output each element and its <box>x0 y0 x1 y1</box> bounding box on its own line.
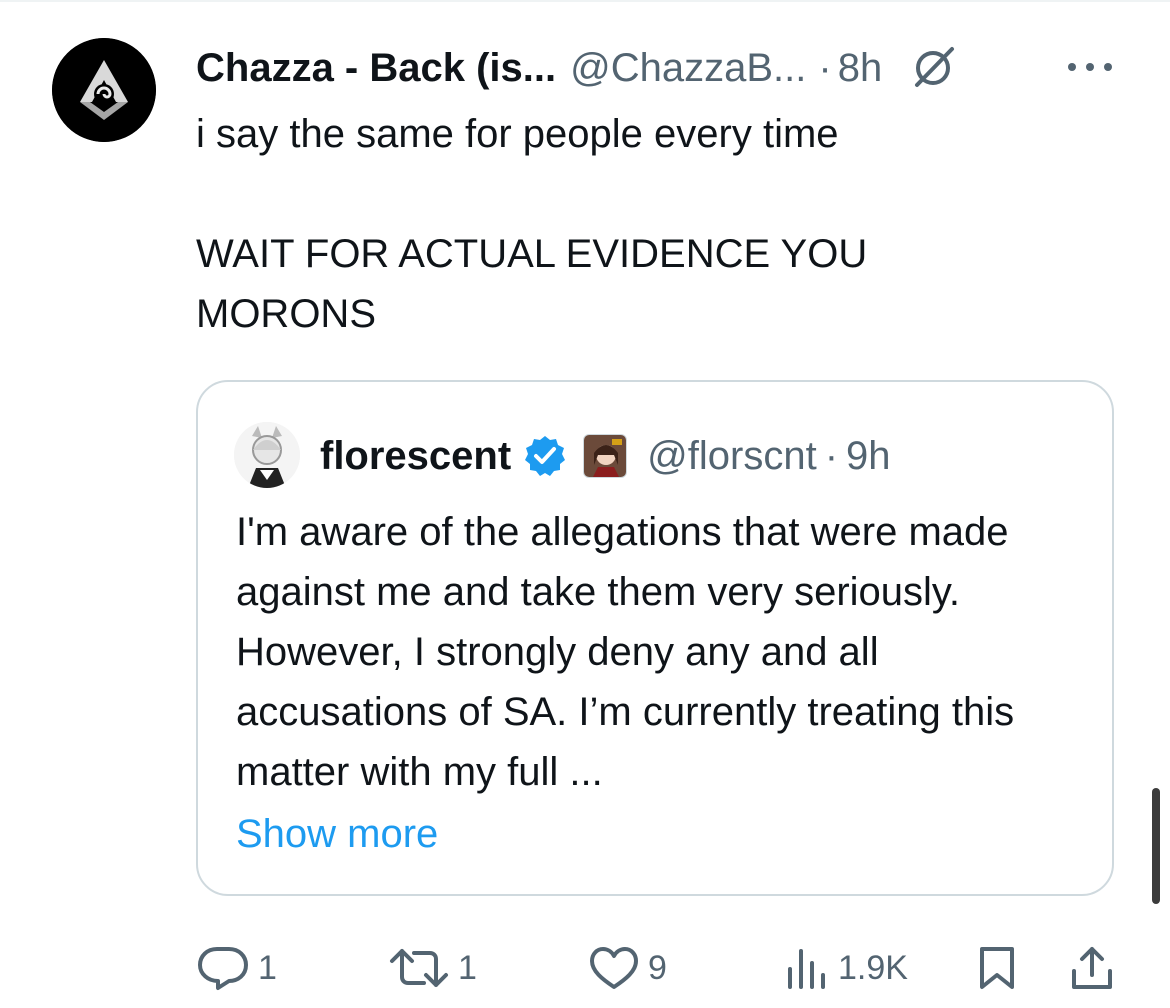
reply-button[interactable]: 1 <box>196 938 277 998</box>
tweet-text: i say the same for people every time WAI… <box>196 112 868 336</box>
top-divider <box>0 0 1170 2</box>
repost-button[interactable]: 1 <box>388 938 477 998</box>
verified-badge-icon[interactable] <box>523 434 567 478</box>
grok-icon[interactable] <box>908 43 958 93</box>
tweet-action-bar: 1 1 9 1.9K <box>196 938 1126 998</box>
quoted-author-display-name[interactable]: florescent <box>320 434 511 479</box>
author-handle[interactable]: @ChazzaB... <box>570 46 806 91</box>
heart-icon <box>590 947 638 989</box>
view-count: 1.9K <box>838 948 908 987</box>
quoted-author-avatar[interactable] <box>234 422 300 488</box>
reply-icon <box>198 947 248 990</box>
quoted-tweet-card[interactable]: florescent @florscnt · 9h I'm aware of t… <box>196 380 1114 896</box>
tri-swirl-logo-icon <box>52 38 156 142</box>
tweet-timestamp[interactable]: 8h <box>838 46 883 91</box>
like-button[interactable]: 9 <box>588 938 667 998</box>
affiliate-badge-icon[interactable] <box>583 434 628 478</box>
quoted-header-separator: · <box>824 433 839 478</box>
reply-count: 1 <box>258 948 277 987</box>
repost-icon <box>390 949 448 987</box>
quoted-tweet-text: I'm aware of the allegations that were m… <box>236 510 1015 794</box>
anime-girl-avatar-icon <box>234 422 300 488</box>
share-button[interactable] <box>1070 938 1114 998</box>
views-bar-chart-icon <box>788 949 825 989</box>
quoted-author-handle[interactable]: @florscnt <box>647 434 817 479</box>
author-avatar[interactable] <box>52 38 156 142</box>
show-more-link[interactable]: Show more <box>236 804 438 864</box>
quoted-tweet-timestamp[interactable]: 9h <box>846 434 891 479</box>
bookmark-button[interactable] <box>978 938 1016 998</box>
author-display-name[interactable]: Chazza - Back (is... <box>196 46 556 91</box>
header-separator: · <box>818 45 832 90</box>
views-button[interactable]: 1.9K <box>784 938 908 998</box>
share-icon <box>1072 947 1112 989</box>
repost-count: 1 <box>458 948 477 987</box>
bookmark-icon <box>980 947 1014 989</box>
more-icon[interactable] <box>1068 52 1112 82</box>
like-count: 9 <box>648 948 667 987</box>
tweet-header: Chazza - Back (is... @ChazzaB... · 8h <box>196 40 958 96</box>
quoted-tweet-header: florescent @florscnt · 9h <box>320 426 891 486</box>
scrollbar-thumb[interactable] <box>1152 788 1160 904</box>
